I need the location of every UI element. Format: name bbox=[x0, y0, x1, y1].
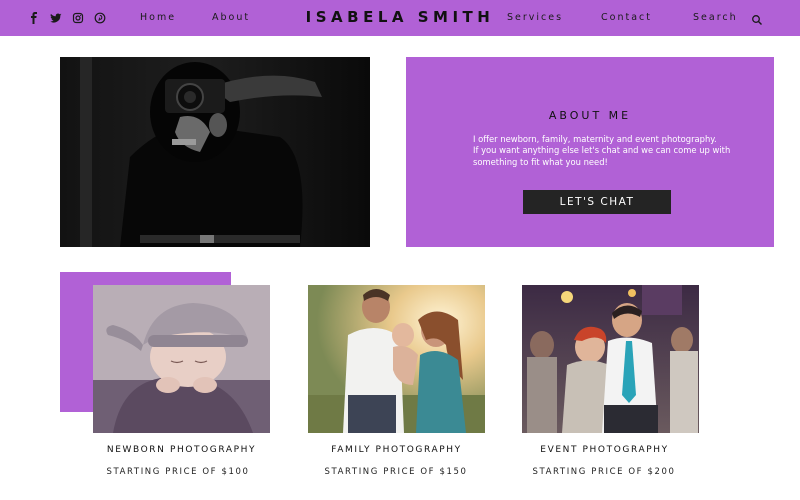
service-title-event: EVENT PHOTOGRAPHY bbox=[540, 445, 669, 455]
site-title[interactable]: ISABELA SMITH bbox=[0, 8, 800, 26]
photographer-portrait-image bbox=[60, 57, 370, 247]
about-text: I offer newborn, family, maternity and e… bbox=[473, 134, 743, 168]
service-price-family: STARTING PRICE OF $150 bbox=[324, 467, 468, 477]
about-line-2: If you want anything else let's chat and… bbox=[473, 145, 731, 167]
service-title-newborn: NEWBORN PHOTOGRAPHY bbox=[106, 445, 257, 455]
event-photo-image[interactable] bbox=[522, 285, 699, 433]
about-panel: ABOUT ME I offer newborn, family, matern… bbox=[406, 57, 774, 247]
search-icon[interactable] bbox=[751, 11, 763, 25]
family-photo-image[interactable] bbox=[308, 285, 485, 433]
pinterest-icon[interactable] bbox=[94, 12, 106, 24]
service-title-family: FAMILY PHOTOGRAPHY bbox=[331, 445, 462, 455]
twitter-icon[interactable] bbox=[50, 12, 62, 24]
social-links bbox=[28, 12, 106, 24]
facebook-icon[interactable] bbox=[28, 12, 40, 24]
nav-home[interactable]: Home bbox=[140, 12, 176, 23]
about-line-1: I offer newborn, family, maternity and e… bbox=[473, 134, 717, 144]
newborn-photo-image[interactable] bbox=[93, 285, 270, 433]
service-price-event: STARTING PRICE OF $200 bbox=[532, 467, 676, 477]
nav-services[interactable]: Services bbox=[507, 12, 563, 23]
site-header: Home About ISABELA SMITH Services Contac… bbox=[0, 0, 800, 36]
nav-search[interactable]: Search bbox=[693, 12, 738, 23]
about-title: ABOUT ME bbox=[548, 109, 632, 122]
nav-about[interactable]: About bbox=[212, 12, 250, 23]
nav-contact[interactable]: Contact bbox=[601, 12, 652, 23]
lets-chat-button[interactable]: LET'S CHAT bbox=[523, 190, 671, 214]
instagram-icon[interactable] bbox=[72, 12, 84, 24]
service-price-newborn: STARTING PRICE OF $100 bbox=[106, 467, 250, 477]
